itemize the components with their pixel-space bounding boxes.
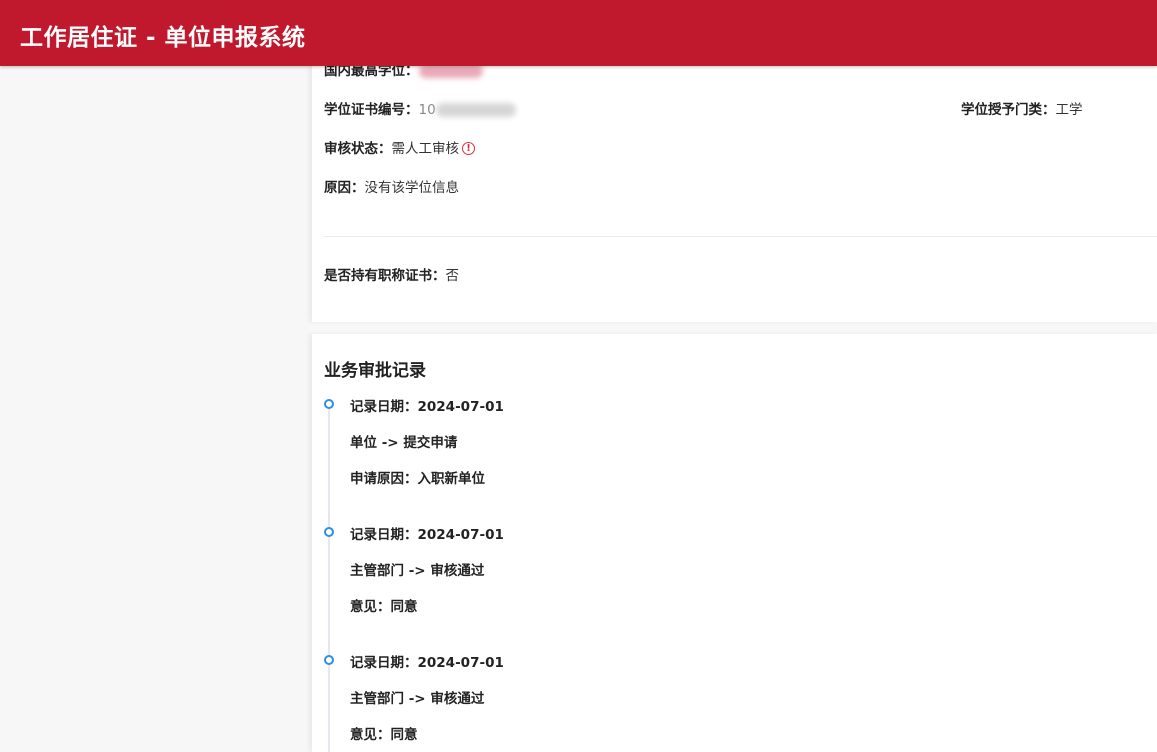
review-status-field: 审核状态：需人工审核! [324,137,475,157]
record-note: 意见：同意 [350,599,418,615]
review-status-label: 审核状态： [324,141,392,157]
timeline-line [328,404,330,752]
redacted-value [435,103,516,117]
degree-cert-no-field: 学位证书编号：10 [324,98,516,118]
record-note: 意见：同意 [350,727,418,743]
title-cert-label: 是否持有职称证书： [324,268,446,284]
exclamation-circle-icon[interactable]: ! [462,141,475,155]
reason-value: 没有该学位信息 [364,180,460,196]
record-action: 主管部门 -> 审核通过 [350,563,485,579]
timeline-dot-icon [324,655,334,665]
degree-category-label: 学位授予门类： [961,102,1056,118]
record-date: 记录日期：2024-07-01 [350,399,504,415]
degree-category-field: 学位授予门类：工学 [961,98,1083,118]
title-cert-value: 否 [445,268,460,284]
degree-cert-no-label: 学位证书编号： [324,102,419,118]
record-action: 主管部门 -> 审核通过 [350,691,485,707]
redacted-value [418,64,483,78]
reason-field: 原因：没有该学位信息 [324,176,459,196]
section-divider [324,236,1157,237]
approval-records-title: 业务审批记录 [324,361,426,381]
record-note: 申请原因：入职新单位 [350,471,485,487]
left-panel [0,66,300,752]
reason-label: 原因： [324,180,365,196]
degree-cert-no-prefix: 10 [418,102,436,118]
title-cert-field: 是否持有职称证书：否 [324,264,459,284]
review-status-value: 需人工审核 [391,141,460,157]
app-title: 工作居住证 - 单位申报系统 [20,25,306,51]
timeline-dot-icon [324,399,334,409]
record-action: 单位 -> 提交申请 [350,435,458,451]
record-date: 记录日期：2024-07-01 [350,655,504,671]
app-header: 工作居住证 - 单位申报系统 [0,0,1157,66]
timeline-dot-icon [324,527,334,537]
degree-category-value: 工学 [1055,102,1083,118]
record-date: 记录日期：2024-07-01 [350,527,504,543]
